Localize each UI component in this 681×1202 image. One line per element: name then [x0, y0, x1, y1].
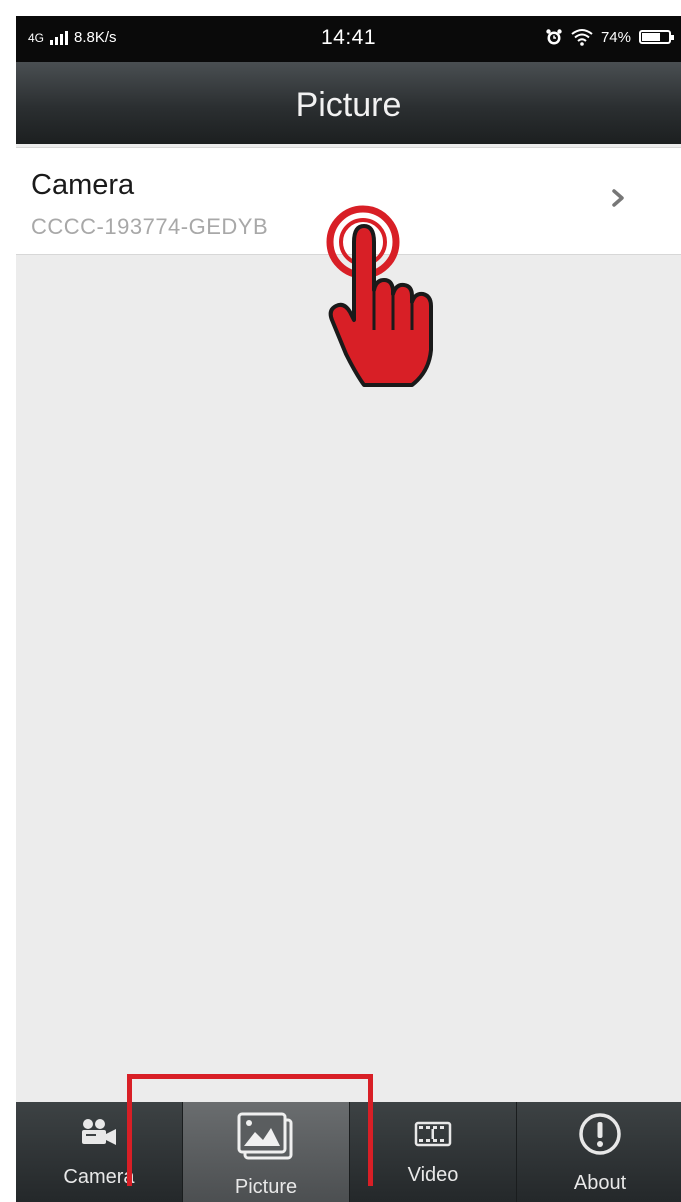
- list-item-subtitle: CCCC-193774-GEDYB: [31, 214, 269, 239]
- film-icon: [414, 1121, 452, 1147]
- list-item-title: Camera: [31, 169, 135, 201]
- tab-video[interactable]: Video: [350, 1102, 516, 1202]
- info-exclamation-icon: [579, 1113, 621, 1155]
- chevron-right-icon: [612, 189, 624, 207]
- tab-camera[interactable]: Camera: [16, 1102, 182, 1202]
- phone-screen: 4G 8.8K/s 14:41 74% Picture Camera CCCC-…: [16, 16, 681, 1202]
- battery-percent: 74%: [600, 28, 631, 46]
- list-item-camera[interactable]: Camera CCCC-193774-GEDYB: [16, 147, 681, 255]
- status-bar: 4G 8.8K/s 14:41 74%: [16, 16, 681, 62]
- status-right: 74%: [545, 28, 674, 46]
- battery-icon: [639, 30, 674, 44]
- wifi-icon: [571, 29, 593, 46]
- tab-label-about: About: [573, 1172, 627, 1194]
- alarm-icon: [546, 29, 562, 45]
- tab-bar: Camera Picture Video About: [16, 1102, 681, 1202]
- navigation-bar: Picture: [16, 62, 681, 144]
- tab-label-video: Video: [407, 1164, 459, 1186]
- tab-about[interactable]: About: [517, 1102, 681, 1202]
- page-title: Picture: [295, 86, 402, 124]
- camera-video-icon: [82, 1119, 116, 1145]
- tab-label-camera: Camera: [63, 1166, 135, 1188]
- tab-label-picture: Picture: [234, 1176, 298, 1198]
- tab-picture[interactable]: Picture: [183, 1102, 349, 1202]
- picture-icon: [237, 1112, 293, 1160]
